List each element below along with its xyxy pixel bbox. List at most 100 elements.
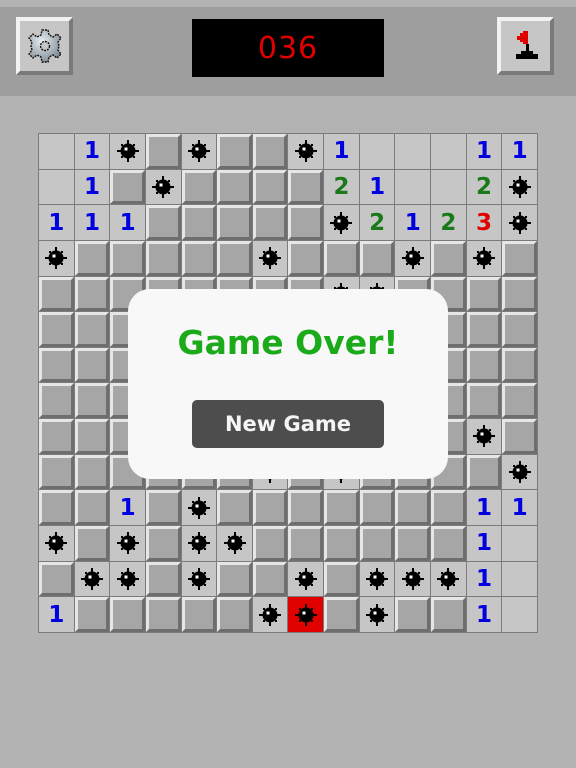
cell-unrevealed[interactable] (395, 490, 431, 526)
cell-mine (359, 597, 395, 632)
cell-unrevealed[interactable] (466, 312, 502, 347)
cell-unrevealed[interactable] (324, 561, 359, 597)
cell-mine (110, 134, 145, 169)
cell-unrevealed[interactable] (252, 205, 288, 240)
cell-unrevealed[interactable] (252, 490, 288, 526)
cell-unrevealed[interactable] (181, 240, 217, 276)
cell-unrevealed[interactable] (39, 561, 74, 597)
cell-mine (39, 240, 74, 276)
cell-unrevealed[interactable] (74, 526, 110, 561)
cell-unrevealed[interactable] (252, 561, 288, 597)
cell-unrevealed[interactable] (502, 240, 537, 276)
cell-unrevealed[interactable] (217, 561, 252, 597)
cell-unrevealed[interactable] (466, 276, 502, 312)
cell-unrevealed[interactable] (39, 419, 74, 454)
cell-unrevealed[interactable] (431, 526, 466, 561)
cell-unrevealed[interactable] (324, 597, 359, 632)
cell-unrevealed[interactable] (110, 597, 145, 632)
cell-unrevealed[interactable] (145, 240, 181, 276)
cell-unrevealed[interactable] (181, 169, 217, 205)
cell-unrevealed[interactable] (502, 312, 537, 347)
cell-unrevealed[interactable] (502, 276, 537, 312)
cell-unrevealed[interactable] (252, 169, 288, 205)
cell-empty (502, 597, 537, 632)
cell-unrevealed[interactable] (39, 347, 74, 383)
cell-unrevealed[interactable] (502, 383, 537, 419)
cell-unrevealed[interactable] (145, 597, 181, 632)
cell-unrevealed[interactable] (145, 134, 181, 169)
cell-unrevealed[interactable] (288, 526, 324, 561)
cell-unrevealed[interactable] (288, 205, 324, 240)
cell-unrevealed[interactable] (431, 490, 466, 526)
cell-mine (324, 205, 359, 240)
cell-number: 1 (39, 597, 74, 632)
cell-unrevealed[interactable] (74, 312, 110, 347)
settings-button[interactable] (16, 17, 73, 75)
cell-unrevealed[interactable] (217, 169, 252, 205)
cell-number: 1 (74, 205, 110, 240)
cell-unrevealed[interactable] (252, 134, 288, 169)
cell-unrevealed[interactable] (74, 276, 110, 312)
cell-unrevealed[interactable] (466, 383, 502, 419)
cell-unrevealed[interactable] (217, 240, 252, 276)
cell-unrevealed[interactable] (74, 347, 110, 383)
cell-unrevealed[interactable] (74, 240, 110, 276)
cell-unrevealed[interactable] (217, 597, 252, 632)
cell-unrevealed[interactable] (502, 347, 537, 383)
cell-unrevealed[interactable] (39, 276, 74, 312)
cell-unrevealed[interactable] (74, 383, 110, 419)
cell-unrevealed[interactable] (39, 383, 74, 419)
cell-unrevealed[interactable] (145, 490, 181, 526)
cell-unrevealed[interactable] (288, 240, 324, 276)
cell-unrevealed[interactable] (74, 454, 110, 490)
cell-unrevealed[interactable] (74, 490, 110, 526)
mine-icon (437, 568, 460, 591)
cell-unrevealed[interactable] (359, 240, 395, 276)
cell-unrevealed[interactable] (502, 419, 537, 454)
new-game-button[interactable]: New Game (192, 400, 384, 448)
cell-unrevealed[interactable] (359, 526, 395, 561)
cell-unrevealed[interactable] (288, 490, 324, 526)
cell-unrevealed[interactable] (181, 205, 217, 240)
cell-unrevealed[interactable] (395, 597, 431, 632)
cell-unrevealed[interactable] (74, 597, 110, 632)
cell-unrevealed[interactable] (39, 490, 74, 526)
cell-unrevealed[interactable] (431, 240, 466, 276)
cell-unrevealed[interactable] (39, 312, 74, 347)
cell-unrevealed[interactable] (110, 169, 145, 205)
cell-unrevealed[interactable] (74, 419, 110, 454)
cell-unrevealed[interactable] (110, 240, 145, 276)
cell-unrevealed[interactable] (181, 597, 217, 632)
cell-unrevealed[interactable] (288, 169, 324, 205)
cell-unrevealed[interactable] (395, 526, 431, 561)
cell-unrevealed[interactable] (217, 490, 252, 526)
cell-unrevealed[interactable] (217, 205, 252, 240)
cell-unrevealed[interactable] (324, 526, 359, 561)
cell-number: 2 (466, 169, 502, 205)
cell-unrevealed[interactable] (145, 561, 181, 597)
cell-mine (217, 526, 252, 561)
cell-number: 1 (466, 134, 502, 169)
cell-mine (288, 561, 324, 597)
mine-icon (473, 247, 496, 270)
cell-unrevealed[interactable] (145, 526, 181, 561)
cell-unrevealed[interactable] (145, 205, 181, 240)
flag-mode-button[interactable] (497, 17, 554, 75)
cell-unrevealed[interactable] (324, 240, 359, 276)
cell-unrevealed[interactable] (466, 347, 502, 383)
cell-empty (359, 134, 395, 169)
cell-unrevealed[interactable] (324, 490, 359, 526)
cell-unrevealed[interactable] (359, 490, 395, 526)
mine-icon (294, 603, 317, 626)
cell-number: 1 (466, 526, 502, 561)
cell-mine (431, 561, 466, 597)
cell-empty (502, 526, 537, 561)
cell-unrevealed[interactable] (431, 597, 466, 632)
cell-unrevealed[interactable] (39, 454, 74, 490)
mine-icon (366, 568, 389, 591)
cell-unrevealed[interactable] (252, 526, 288, 561)
cell-empty (395, 169, 431, 205)
cell-unrevealed[interactable] (217, 134, 252, 169)
mine-icon (80, 568, 103, 591)
cell-unrevealed[interactable] (466, 454, 502, 490)
